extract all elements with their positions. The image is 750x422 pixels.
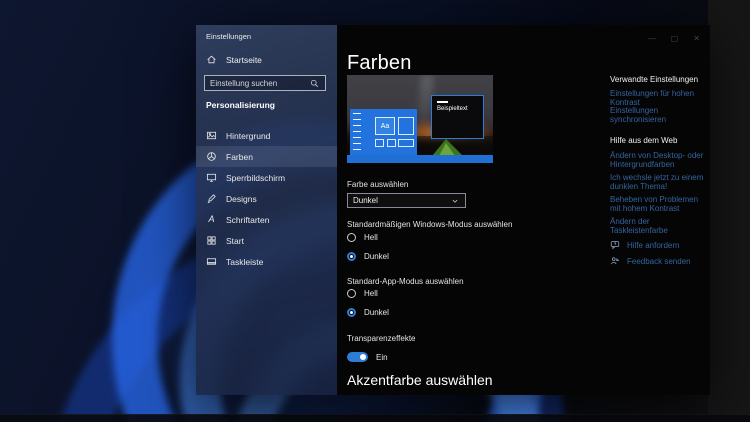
windows-mode-label: Standardmäßigen Windows-Modus auswählen [347,220,513,229]
wallpaper-dark-edge [708,0,750,422]
settings-search-box[interactable] [204,75,326,91]
preview-tile [375,139,384,147]
sidebar-home-label: Startseite [226,54,262,65]
search-input[interactable] [210,78,309,88]
link-sync-settings[interactable]: Einstellungen synchronisieren [610,106,708,124]
preview-sample-text: Beispieltext [437,106,468,112]
related-settings-title: Verwandte Einstellungen [610,75,699,84]
preview-tile-aa: Aa [375,117,395,135]
radio-checked-icon[interactable] [347,308,356,317]
sidebar-item-label: Designs [226,193,257,204]
sidebar-item-taskleiste[interactable]: Taskleiste [196,251,337,272]
window-title: Einstellungen [206,32,252,41]
get-help-button[interactable]: Hilfe anfordern [610,240,679,250]
toggle-knob [360,354,366,360]
transparency-toggle-row: Ein [347,352,388,362]
send-feedback-label: Feedback senden [627,256,691,266]
colors-palette-icon [206,151,217,162]
transparency-state-label: Ein [376,352,388,362]
feedback-person-icon [610,256,620,266]
sidebar-item-designs[interactable]: Designs [196,188,337,209]
taskbar-icon [206,256,217,267]
sidebar-item-label: Schriftarten [226,214,270,225]
desktop-taskbar-strip[interactable] [0,414,750,422]
link-change-desktop-colors[interactable]: Ändern von Desktop- oder Hintergrundfarb… [610,151,708,169]
transparency-toggle[interactable] [347,352,368,362]
transparency-label: Transparenzeffekte [347,334,416,343]
sidebar-item-schriftarten[interactable]: A Schriftarten [196,209,337,230]
color-select-dropdown[interactable]: Dunkel [347,193,466,208]
chevron-down-icon [449,195,460,206]
lock-screen-icon [206,172,217,183]
radio-unchecked-icon[interactable] [347,289,356,298]
preview-tile [398,139,414,147]
radio-unchecked-icon[interactable] [347,233,356,242]
sidebar-section-title: Personalisierung [206,100,275,110]
radio-label: Dunkel [364,252,389,261]
preview-taskbar [347,155,493,163]
help-chat-icon [610,240,620,250]
app-mode-option-hell[interactable]: Hell [347,289,378,298]
windows-mode-option-dunkel[interactable]: Dunkel [347,252,389,261]
preview-start-rail [353,113,361,151]
link-change-taskbar-color[interactable]: Ändern der Taskleistenfarbe [610,217,708,235]
preview-start-menu: Aa [350,109,417,155]
start-grid-icon [206,235,217,246]
theme-preview-image: Beispieltext Aa [347,75,493,163]
sidebar-item-label: Taskleiste [226,256,264,267]
radio-label: Hell [364,289,378,298]
sidebar-item-label: Hintergrund [226,130,271,141]
link-fix-high-contrast[interactable]: Beheben von Problemen mit hohem Kontrast [610,195,708,213]
sidebar-item-hintergrund[interactable]: Hintergrund [196,125,337,146]
preview-sample-window: Beispieltext [431,95,484,139]
radio-label: Hell [364,233,378,242]
home-icon [206,54,217,65]
app-mode-label: Standard-App-Modus auswählen [347,277,464,286]
radio-label: Dunkel [364,308,389,317]
sidebar-item-farben[interactable]: Farben [196,146,337,167]
themes-icon [206,193,217,204]
sidebar-item-sperrbildschirm[interactable]: Sperrbildschirm [196,167,337,188]
preview-start-tiles: Aa [365,114,415,153]
minimize-icon[interactable]: — [648,35,656,43]
get-help-label: Hilfe anfordern [627,240,680,250]
color-select-value: Dunkel [353,196,378,205]
app-mode-option-dunkel[interactable]: Dunkel [347,308,389,317]
sidebar-item-label: Farben [226,151,253,162]
radio-checked-icon[interactable] [347,252,356,261]
settings-window: Einstellungen Startseite Personalisierun [196,25,710,395]
background-image-icon [206,130,217,141]
preview-tile [387,139,396,147]
fonts-icon: A [208,214,215,224]
settings-main-pane: — ▢ ✕ Farben Beispieltext Aa Farbe auswä… [337,25,710,395]
sidebar-item-start[interactable]: Start [196,230,337,251]
sidebar-nav: Hintergrund Farben Sperrbildschirm Desig… [196,125,337,272]
send-feedback-button[interactable]: Feedback senden [610,256,691,266]
close-icon[interactable]: ✕ [693,35,700,43]
web-help-title: Hilfe aus dem Web [610,136,678,145]
windows-mode-option-hell[interactable]: Hell [347,233,378,242]
window-controls: — ▢ ✕ [648,35,700,43]
settings-sidebar: Einstellungen Startseite Personalisierun [196,25,337,395]
accent-color-section-title: Akzentfarbe auswählen [347,372,493,388]
link-high-contrast-settings[interactable]: Einstellungen für hohen Kontrast [610,89,708,107]
sidebar-item-label: Start [226,235,244,246]
search-icon[interactable] [309,78,320,89]
preview-sample-titlebar [437,101,448,103]
sidebar-item-label: Sperrbildschirm [226,172,286,183]
maximize-icon[interactable]: ▢ [671,35,679,43]
color-select-label: Farbe auswählen [347,180,409,189]
link-switch-dark-theme[interactable]: Ich wechsle jetzt zu einem dunklen Thema… [610,173,708,191]
preview-tile [398,117,414,135]
desktop: Einstellungen Startseite Personalisierun [0,0,750,422]
page-title: Farben [347,52,412,74]
sidebar-item-home[interactable]: Startseite [206,54,262,65]
